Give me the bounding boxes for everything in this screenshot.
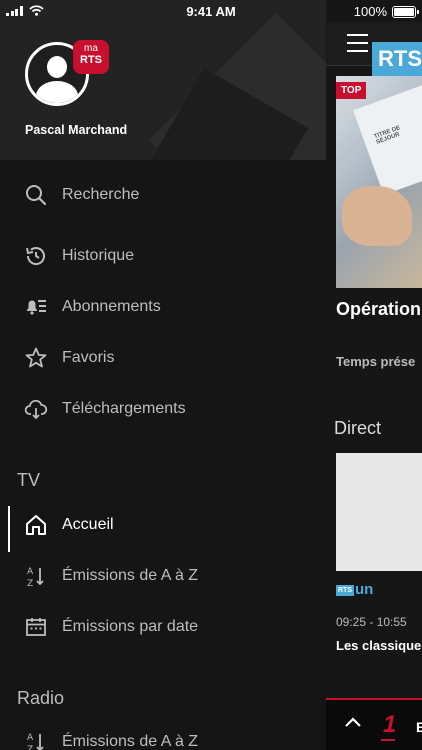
menu-item-label: Historique — [62, 247, 135, 264]
menu-item-label: Recherche — [62, 186, 140, 203]
menu-item-label: Accueil — [62, 516, 114, 533]
section-title-radio: Radio — [17, 688, 65, 708]
channel-badge-rts: RTS — [336, 584, 354, 596]
channel-badge: RTS un — [336, 581, 374, 598]
channel-badge-un: un — [355, 581, 374, 598]
player-program-initial: E — [416, 719, 422, 735]
chevron-up-icon[interactable] — [343, 712, 363, 732]
menu-item-label: Émissions par date — [62, 618, 199, 635]
hamburger-menu-icon[interactable] — [347, 34, 368, 52]
top-badge: TOP — [336, 82, 367, 99]
ma-badge-text: ma — [84, 43, 98, 54]
menu-item-tv-par-date[interactable]: Émissions par date — [0, 605, 326, 649]
menu-item-tv-accueil[interactable]: Accueil — [0, 503, 326, 552]
home-icon — [24, 513, 48, 537]
menu-item-historique[interactable]: Historique — [0, 234, 326, 278]
menu-item-label: Émissions de A à Z — [62, 733, 199, 750]
hero-image[interactable]: TITRE DE SÉJOUR — [336, 76, 422, 288]
menu-item-label: Émissions de A à Z — [62, 567, 199, 584]
sort-az-icon: AZ — [24, 564, 48, 588]
player-channel-logo: 1 — [380, 711, 397, 741]
mini-player-bar[interactable]: 1 E — [326, 698, 422, 750]
section-title-tv: TV — [17, 470, 41, 490]
main-content: TITRE DE SÉJOUR TOP Opération travail au… — [326, 0, 422, 750]
live-thumbnail[interactable] — [336, 453, 422, 571]
menu-item-recherche[interactable]: Recherche — [0, 173, 326, 217]
calendar-icon — [24, 615, 48, 639]
menu-item-favoris[interactable]: Favoris — [0, 336, 326, 380]
menu-item-abonnements[interactable]: Abonnements — [0, 285, 326, 329]
status-bar: 9:41 AM 100% — [0, 0, 422, 22]
battery-status: 100% — [353, 4, 419, 19]
drawer-header: ma RTS Pascal Marchand — [0, 0, 326, 160]
menu-item-label: Favoris — [62, 349, 115, 366]
rts-badge-text: RTS — [80, 54, 102, 66]
user-name[interactable]: Pascal Marchand — [25, 123, 127, 137]
svg-text:A: A — [27, 733, 34, 743]
battery-icon — [392, 5, 419, 18]
live-channel-logo: RTS — [372, 42, 422, 76]
download-icon — [24, 397, 48, 421]
menu-item-tv-a-z[interactable]: AZ Émissions de A à Z — [0, 554, 326, 598]
search-icon — [24, 183, 48, 207]
sort-az-icon: AZ — [24, 730, 48, 750]
live-title[interactable]: Les classique — [336, 638, 422, 653]
live-time-range: 09:25 - 10:55 — [336, 615, 407, 629]
star-icon — [24, 346, 48, 370]
history-icon — [24, 244, 48, 268]
direct-section-title: Direct — [334, 418, 382, 438]
subscriptions-icon — [24, 295, 48, 319]
svg-text:Z: Z — [27, 579, 33, 588]
hand-shape — [342, 186, 412, 246]
navigation-drawer: ma RTS Pascal Marchand Recherche Histori… — [0, 0, 326, 750]
ma-rts-badge: ma RTS — [73, 40, 109, 74]
menu-item-label: Abonnements — [62, 298, 161, 315]
battery-percentage: 100% — [353, 4, 387, 19]
menu-item-radio-a-z[interactable]: AZ Émissions de A à Z — [0, 720, 326, 750]
svg-text:A: A — [27, 567, 34, 577]
menu-item-label: Téléchargements — [62, 400, 186, 417]
svg-text:Z: Z — [27, 745, 33, 750]
hero-title[interactable]: Opération travail au — [336, 298, 422, 321]
hero-subtitle: Temps prése — [336, 354, 416, 369]
menu-item-telechargements[interactable]: Téléchargements — [0, 387, 326, 431]
